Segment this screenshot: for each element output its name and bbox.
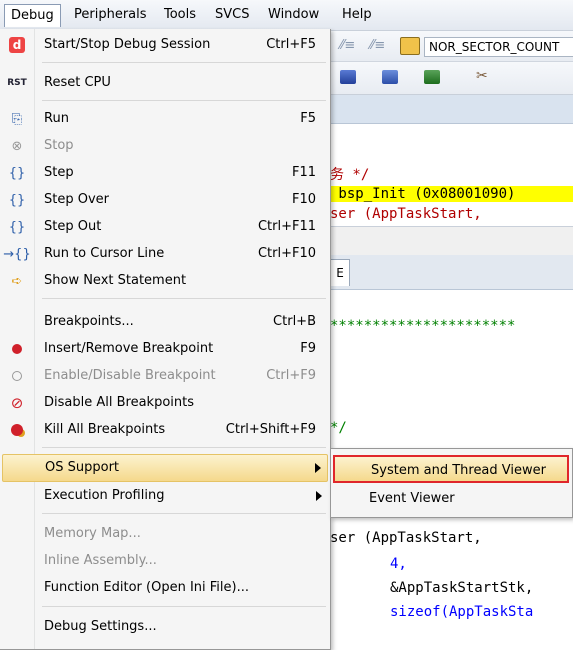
submenu-item-system-thread-viewer[interactable]: System and Thread Viewer <box>333 455 569 483</box>
menu-svcs[interactable]: SVCS <box>209 6 255 24</box>
code-line-create-2: ser (AppTaskStart, <box>330 530 482 546</box>
menu-item-show-next-statement[interactable]: ➪ Show Next Statement <box>2 268 328 294</box>
editor-scroll-area <box>330 226 573 255</box>
menu-item-run[interactable]: ⎘ Run F5 <box>2 106 328 132</box>
os-support-submenu: System and Thread Viewer Event Viewer <box>330 448 573 518</box>
menu-separator <box>42 606 326 607</box>
find-in-files-icon[interactable] <box>400 37 420 55</box>
menu-separator <box>42 62 326 63</box>
menu-debug[interactable]: Debug <box>4 4 61 27</box>
submenu-arrow-icon <box>316 491 322 501</box>
menu-separator <box>42 100 326 101</box>
run-to-cursor-icon: →{} <box>3 246 31 262</box>
step-over-icon: {} <box>8 192 26 208</box>
code-line-comment-end: */ <box>330 420 347 436</box>
menu-window[interactable]: Window <box>262 6 325 24</box>
menu-item-step[interactable]: {} Step F11 <box>2 160 328 186</box>
menu-item-disable-all-breakpoints[interactable]: ⊘ Disable All Breakpoints <box>2 390 328 416</box>
code-line-comment-stars: ********************** <box>330 318 516 334</box>
breakpoint-icon <box>8 340 26 358</box>
menu-item-debug-settings[interactable]: Debug Settings... <box>2 614 328 640</box>
step-icon: {} <box>8 165 26 181</box>
debug-menu: d Start/Stop Debug Session Ctrl+F5 RST R… <box>0 29 331 650</box>
menu-peripherals[interactable]: Peripherals <box>68 6 153 24</box>
menu-item-insert-remove-breakpoint[interactable]: Insert/Remove Breakpoint F9 <box>2 336 328 362</box>
menu-separator <box>42 298 326 299</box>
submenu-arrow-icon <box>315 463 321 473</box>
code-line-current: bsp_Init (0x08001090) <box>330 186 573 202</box>
disable-breakpoints-icon: ⊘ <box>10 394 24 412</box>
menu-item-kill-all-breakpoints[interactable]: Kill All Breakpoints Ctrl+Shift+F9 <box>2 417 328 443</box>
tools-icon[interactable]: ✂ <box>476 68 492 84</box>
menu-tools[interactable]: Tools <box>158 6 202 24</box>
menu-item-execution-profiling[interactable]: Execution Profiling <box>2 483 328 509</box>
kill-breakpoints-icon <box>8 421 26 439</box>
toolbar-view: ✂ <box>330 62 573 95</box>
toolbar-field[interactable]: NOR_SECTOR_COUNT <box>424 37 573 57</box>
menu-item-memory-map[interactable]: Memory Map... <box>2 521 328 547</box>
menu-separator <box>42 513 326 514</box>
unindent-icon[interactable]: ⁄⁄≡ <box>370 38 385 53</box>
menu-item-start-stop-debug[interactable]: d Start/Stop Debug Session Ctrl+F5 <box>2 32 328 58</box>
memory-window-icon[interactable] <box>340 70 356 84</box>
menu-item-step-out[interactable]: {} Step Out Ctrl+F11 <box>2 214 328 240</box>
code-line-arg-size: sizeof(AppTaskSta <box>390 604 534 620</box>
code-line-arg-priority: 4, <box>390 556 407 572</box>
step-out-icon: {} <box>8 219 26 235</box>
menu-separator <box>42 447 326 448</box>
reset-cpu-icon: RST <box>7 78 27 88</box>
indent-icon[interactable]: ⁄⁄≡ <box>340 38 355 53</box>
code-line-create-1: ser (AppTaskStart, <box>330 206 482 222</box>
menu-item-inline-assembly[interactable]: Inline Assembly... <box>2 548 328 574</box>
stop-icon: ⊗ <box>11 138 23 154</box>
code-line-arg-stack: &AppTaskStartStk, <box>390 580 534 596</box>
run-icon: ⎘ <box>11 111 23 127</box>
breakpoint-outline-icon <box>8 367 26 385</box>
menu-item-step-over[interactable]: {} Step Over F10 <box>2 187 328 213</box>
menu-help[interactable]: Help <box>336 6 378 24</box>
editor-tab-strip: E <box>330 255 573 290</box>
toolbar-top: ⁄⁄≡ ⁄⁄≡ NOR_SECTOR_COUNT <box>330 31 573 62</box>
serial-window-icon[interactable] <box>424 70 440 84</box>
menu-item-stop[interactable]: ⊗ Stop <box>2 133 328 159</box>
next-statement-arrow-icon: ➪ <box>11 273 23 289</box>
code-line-comment: 务 */ <box>330 167 370 183</box>
menu-item-run-to-cursor[interactable]: →{} Run to Cursor Line Ctrl+F10 <box>2 241 328 267</box>
menu-bar: Debug Peripherals Tools SVCS Window Help <box>0 0 573 31</box>
editor-tab[interactable]: E <box>330 259 350 286</box>
editor-header-strip <box>330 95 573 124</box>
menu-item-function-editor[interactable]: Function Editor (Open Ini File)... <box>2 575 328 601</box>
menu-item-reset-cpu[interactable]: RST Reset CPU <box>2 70 328 96</box>
menu-item-os-support[interactable]: OS Support <box>2 454 328 482</box>
watch-window-icon[interactable] <box>382 70 398 84</box>
menu-item-breakpoints[interactable]: Breakpoints... Ctrl+B <box>2 309 328 335</box>
submenu-item-event-viewer[interactable]: Event Viewer <box>333 485 569 513</box>
debug-session-icon: d <box>8 36 26 54</box>
menu-item-enable-disable-breakpoint[interactable]: Enable/Disable Breakpoint Ctrl+F9 <box>2 363 328 389</box>
